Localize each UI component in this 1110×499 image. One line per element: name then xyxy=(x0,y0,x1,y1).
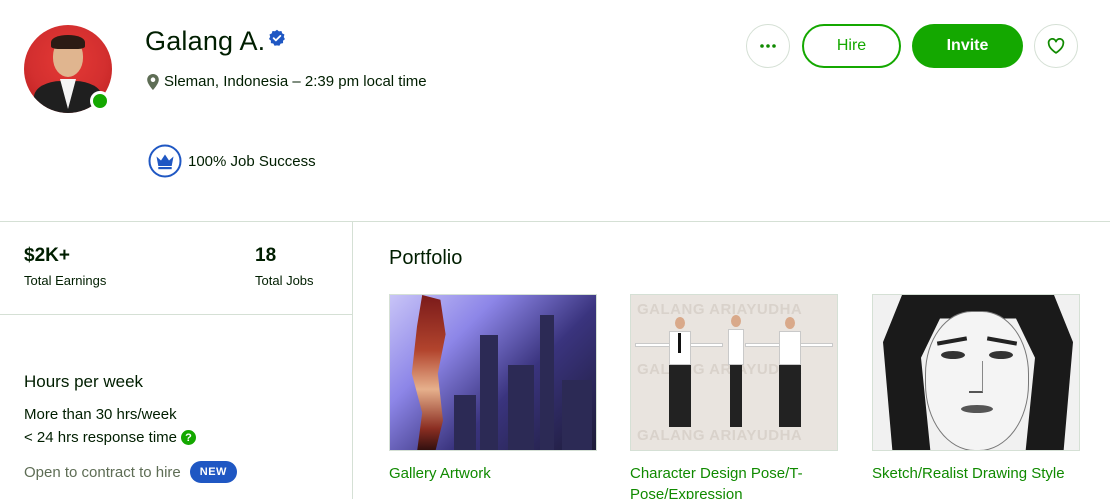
portfolio-thumbnail[interactable] xyxy=(872,294,1080,451)
stat-value: $2K+ xyxy=(24,245,70,266)
portfolio-item[interactable]: GALANG ARIAYUDHA GALANG ARIAYUDHA GALANG… xyxy=(630,294,838,499)
profile-name: Galang A. xyxy=(145,26,266,56)
help-icon[interactable]: ? xyxy=(181,430,196,445)
name-row: Galang A. xyxy=(145,26,286,57)
verified-icon xyxy=(269,29,286,46)
contract-to-hire-text: Open to contract to hire xyxy=(24,463,181,481)
portfolio-item-title[interactable]: Character Design Pose/T-Pose/Expression xyxy=(630,463,838,499)
portfolio-heading: Portfolio xyxy=(389,247,463,269)
stat-total-jobs: 18 Total Jobs xyxy=(255,245,314,288)
portfolio-thumbnail[interactable]: GALANG ARIAYUDHA GALANG ARIAYUDHA GALANG… xyxy=(630,294,838,451)
hours-text: More than 30 hrs/week xyxy=(24,406,177,423)
response-time-text: < 24 hrs response time xyxy=(24,429,177,446)
online-status-dot xyxy=(90,91,110,111)
portfolio-item-title[interactable]: Sketch/Realist Drawing Style xyxy=(872,463,1080,484)
more-icon xyxy=(760,44,776,48)
contract-to-hire-row: Open to contract to hire NEW xyxy=(24,461,237,483)
hire-button[interactable]: Hire xyxy=(802,24,901,68)
portfolio-item[interactable]: Gallery Artwork xyxy=(389,294,597,484)
portfolio-item-title[interactable]: Gallery Artwork xyxy=(389,463,597,484)
new-badge: NEW xyxy=(189,461,237,483)
job-success-badge: 100% Job Success xyxy=(148,144,316,178)
freelancer-profile: Galang A. Sleman, Indonesia – 2:39 pm lo… xyxy=(0,0,1110,499)
hours-per-week-heading: Hours per week xyxy=(24,372,144,391)
section-divider xyxy=(0,221,1110,222)
job-success-text: 100% Job Success xyxy=(188,152,316,170)
stat-label: Total Earnings xyxy=(24,273,107,288)
location-row: Sleman, Indonesia – 2:39 pm local time xyxy=(146,73,427,90)
sidebar-divider xyxy=(0,314,352,315)
watermark-text: GALANG ARIAYUDHA xyxy=(637,427,803,444)
map-pin-icon xyxy=(147,73,159,90)
crown-icon xyxy=(148,144,182,178)
save-favorite-button[interactable] xyxy=(1034,24,1078,68)
stat-label: Total Jobs xyxy=(255,273,314,288)
portfolio-thumbnail[interactable] xyxy=(389,294,597,451)
portfolio-item[interactable]: Sketch/Realist Drawing Style xyxy=(872,294,1080,484)
heart-icon xyxy=(1047,38,1065,54)
response-time-row: < 24 hrs response time ? xyxy=(24,429,196,446)
more-options-button[interactable] xyxy=(746,24,790,68)
watermark-text: GALANG ARIAYUDHA xyxy=(637,361,803,378)
stat-total-earnings: $2K+ Total Earnings xyxy=(24,245,106,288)
watermark-text: GALANG ARIAYUDHA xyxy=(637,301,803,318)
column-divider xyxy=(352,221,353,499)
profile-actions: Hire Invite xyxy=(746,24,1078,68)
stat-value: 18 xyxy=(255,245,277,266)
location-text: Sleman, Indonesia – 2:39 pm local time xyxy=(164,73,427,90)
invite-button[interactable]: Invite xyxy=(912,24,1023,68)
